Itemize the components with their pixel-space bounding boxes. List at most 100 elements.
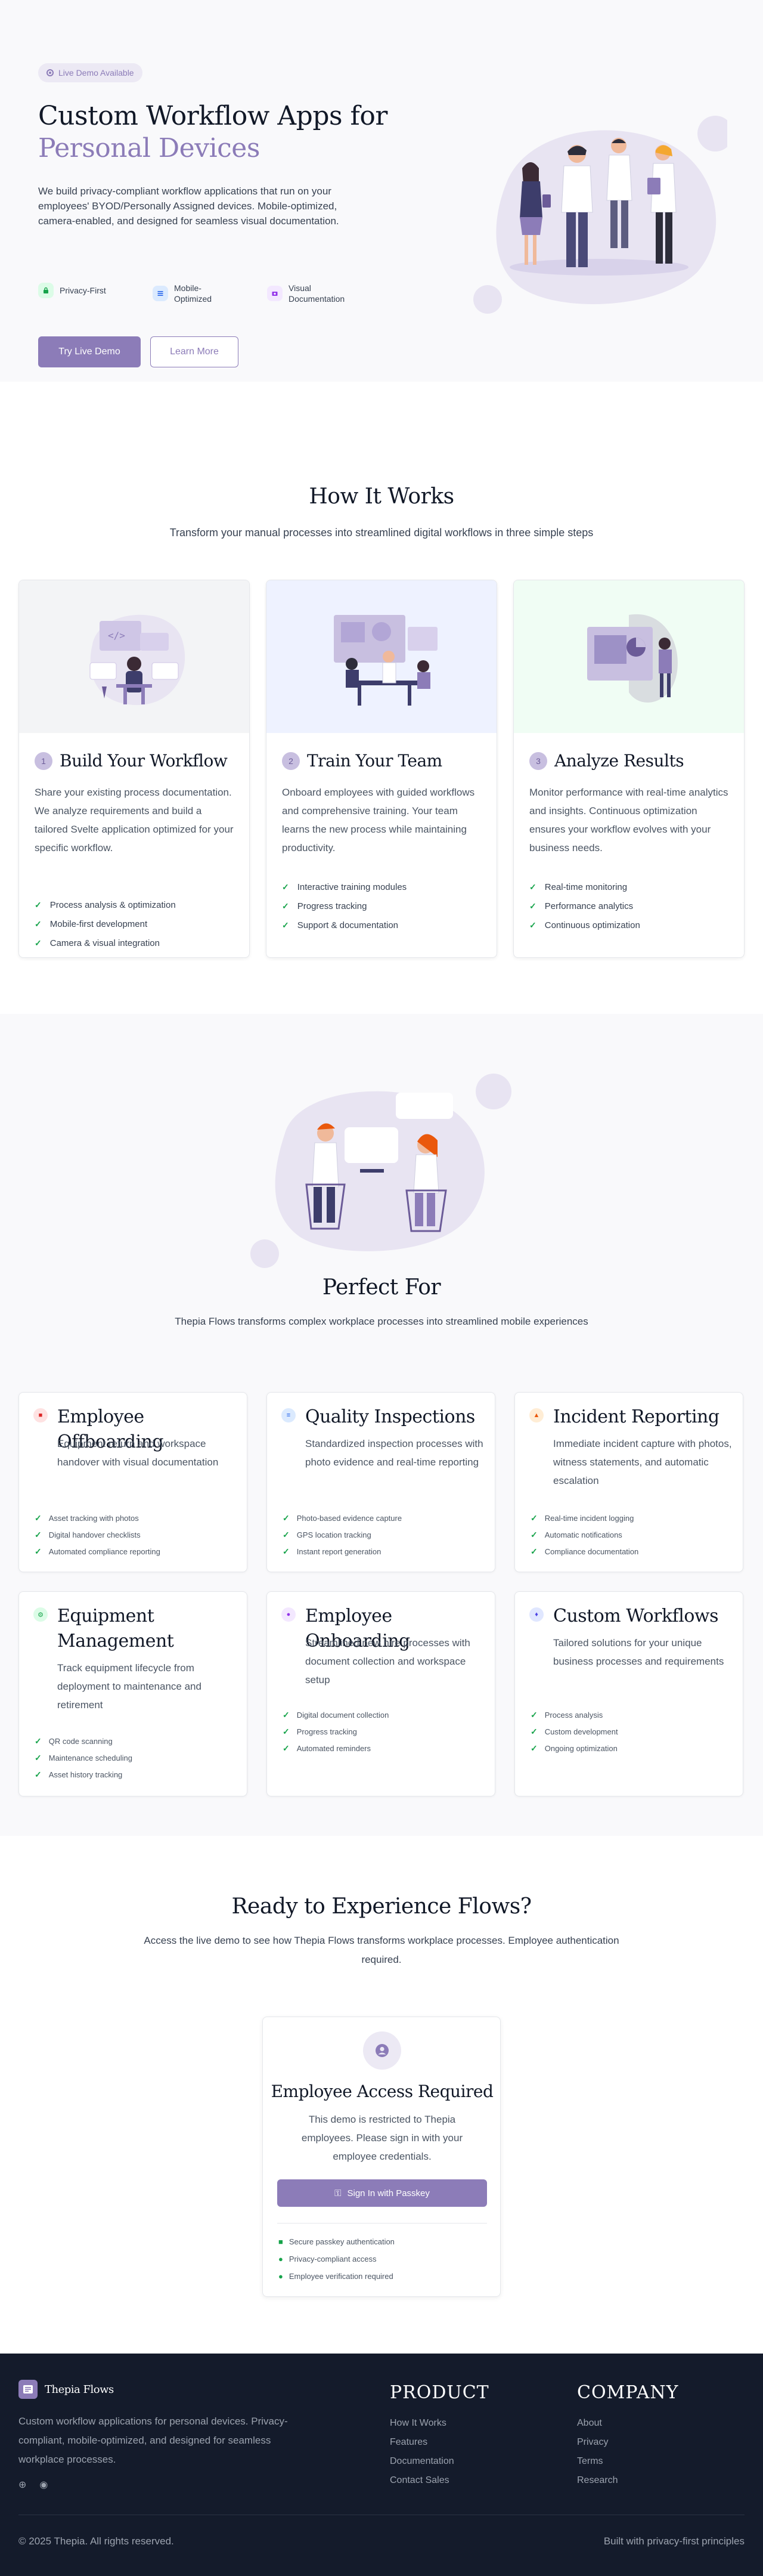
- use-case-custom: ♦ Custom Workflows Tailored solutions fo…: [514, 1591, 743, 1796]
- sign-in-label: Sign In with Passkey: [347, 2188, 430, 2198]
- list-item: ✓ Custom development: [531, 1726, 618, 1736]
- check-icon: ✓: [35, 1546, 42, 1556]
- verified-icon: ●: [278, 2272, 283, 2281]
- footer-link-contact-sales[interactable]: Contact Sales: [390, 2475, 449, 2485]
- list-item: ✓ Asset tracking with photos: [35, 1513, 139, 1523]
- step-number: 1: [35, 752, 52, 770]
- step-feature-list: ✓ Interactive training modules ✓ Progress …: [282, 877, 407, 935]
- use-case-description: Immediate incident capture with photos, …: [553, 1438, 732, 1486]
- use-case-incidents: ▲ Incident Reporting Immediate incident …: [514, 1392, 743, 1572]
- sign-in-passkey-button[interactable]: ⚿ Sign In with Passkey: [277, 2179, 487, 2207]
- use-case-list: ✓ Digital document collection ✓ Progress t…: [283, 1706, 389, 1756]
- check-icon: ✓: [283, 1529, 290, 1539]
- lock-icon: ■: [278, 2237, 283, 2246]
- check-icon: ✓: [35, 899, 42, 910]
- footer-link-documentation[interactable]: Documentation: [390, 2456, 454, 2466]
- list-item: ✓ Mobile-first development: [35, 919, 148, 929]
- list-item: ✓ Progress tracking: [283, 1726, 357, 1736]
- gear-icon: ⚙: [33, 1607, 48, 1622]
- use-case-equipment: ⚙ Equipment Management Track equipment l…: [18, 1591, 247, 1796]
- feature-label: Privacy-First: [60, 286, 106, 295]
- checklist-icon: ≡: [281, 1408, 296, 1422]
- list-item: ✓ Support & documentation: [282, 920, 399, 930]
- github-icon[interactable]: ◉: [39, 2479, 48, 2491]
- use-case-description: Tailored solutions for your unique busin…: [553, 1637, 724, 1667]
- list-item: ● Employee verification required: [278, 2272, 393, 2281]
- list-item: ■ Secure passkey authentication: [278, 2237, 395, 2246]
- analyze-illustration: [514, 580, 744, 733]
- learn-more-button[interactable]: Learn More: [150, 336, 238, 367]
- warning-icon: ▲: [529, 1408, 544, 1422]
- step-title: Build Your Workflow: [60, 751, 228, 771]
- company-links: About Privacy Terms Research: [577, 2418, 618, 2494]
- how-subtitle: Transform your manual processes into str…: [169, 527, 594, 539]
- step-title: Analyze Results: [554, 751, 684, 771]
- list-item: ✓ Compliance documentation: [531, 1546, 639, 1556]
- step-title: Train Your Team: [307, 751, 442, 771]
- how-title: How It Works: [309, 484, 454, 509]
- footer-link-how-it-works[interactable]: How It Works: [390, 2418, 446, 2428]
- check-icon: ✓: [35, 1736, 42, 1746]
- feature-mobile: Mobile-Optimized: [153, 283, 236, 304]
- check-icon: ✓: [283, 1726, 290, 1736]
- list-item: ✓ GPS location tracking: [283, 1529, 371, 1539]
- footer-link-terms[interactable]: Terms: [577, 2456, 603, 2466]
- list-item: ✓ Automated reminders: [283, 1743, 371, 1753]
- footer-link-privacy[interactable]: Privacy: [577, 2437, 608, 2447]
- check-icon: ✓: [35, 1752, 42, 1762]
- check-icon: ✓: [282, 920, 289, 930]
- step-number: 3: [529, 752, 547, 770]
- list-item: ✓ Performance analytics: [529, 901, 634, 911]
- footer-tagline: Built with privacy-first principles: [603, 2535, 745, 2547]
- company-heading: COMPANY: [577, 2382, 679, 2403]
- step-feature-list: ✓ Real-time monitoring ✓ Performance analy…: [529, 877, 640, 935]
- step-card-build: </> 1 Build Your Workflow Share your exi…: [18, 580, 250, 958]
- list-item: ✓ Camera & visual integration: [35, 938, 160, 948]
- check-icon: ✓: [531, 1546, 538, 1556]
- users-icon: ●: [281, 1607, 296, 1622]
- step-heading: 2 Train Your Team: [282, 751, 442, 771]
- lock-icon: [38, 283, 54, 298]
- list-item: ✓ Process analysis & optimization: [35, 899, 176, 910]
- footer-link-research[interactable]: Research: [577, 2475, 618, 2485]
- use-case-title: Incident Reporting: [553, 1406, 719, 1427]
- use-case-list: ✓ Photo-based evidence capture ✓ GPS locat…: [283, 1510, 402, 1560]
- check-icon: ✓: [283, 1513, 290, 1523]
- step-description: Onboard employees with guided workflows …: [282, 787, 475, 853]
- use-case-inspections: ≡ Quality Inspections Standardized inspe…: [266, 1392, 495, 1572]
- footer-brand[interactable]: Thepia Flows: [18, 2380, 114, 2399]
- copyright: © 2025 Thepia. All rights reserved.: [18, 2535, 174, 2547]
- perfect-subtitle: Thepia Flows transforms complex workplac…: [175, 1316, 588, 1327]
- list-item: ✓ Interactive training modules: [282, 882, 407, 892]
- train-illustration: [266, 580, 497, 733]
- footer-link-about[interactable]: About: [577, 2418, 602, 2428]
- feature-label: Mobile-Optimized: [174, 283, 212, 304]
- check-icon: ✓: [531, 1726, 538, 1736]
- globe-icon[interactable]: ⊕: [18, 2479, 26, 2491]
- check-icon: ✓: [35, 938, 42, 948]
- list-item: ✓ Digital handover checklists: [35, 1529, 141, 1539]
- step-feature-list: ✓ Process analysis & optimization ✓ Mobile…: [35, 895, 176, 953]
- use-case-onboarding: ● Employee Onboarding Streamlined new hi…: [266, 1591, 495, 1796]
- check-icon: ✓: [282, 882, 289, 892]
- footer: Thepia Flows Custom workflow application…: [0, 2354, 763, 2576]
- use-case-title: Quality Inspections: [305, 1406, 475, 1427]
- perfect-title: Perfect For: [322, 1275, 441, 1300]
- step-heading: 3 Analyze Results: [529, 751, 684, 771]
- step-number: 2: [282, 752, 300, 770]
- check-icon: ✓: [529, 901, 536, 911]
- access-title: Employee Access Required: [271, 2082, 494, 2101]
- try-live-demo-button[interactable]: Try Live Demo: [38, 336, 141, 367]
- list-item: ● Privacy-compliant access: [278, 2255, 377, 2263]
- hero-title: Custom Workflow Apps for Personal Device…: [38, 100, 396, 165]
- check-icon: ✓: [531, 1709, 538, 1720]
- use-case-description: Track equipment lifecycle from deploymen…: [57, 1662, 201, 1711]
- footer-link-features[interactable]: Features: [390, 2437, 427, 2447]
- use-case-title: Equipment Management: [57, 1606, 174, 1652]
- mobile-icon: [153, 286, 168, 301]
- user-icon: [363, 2031, 401, 2070]
- badge-label: Live Demo Available: [58, 68, 134, 78]
- divider: [277, 2223, 487, 2224]
- step-description: Monitor performance with real-time analy…: [529, 787, 728, 853]
- footer-brand-name: Thepia Flows: [45, 2383, 114, 2396]
